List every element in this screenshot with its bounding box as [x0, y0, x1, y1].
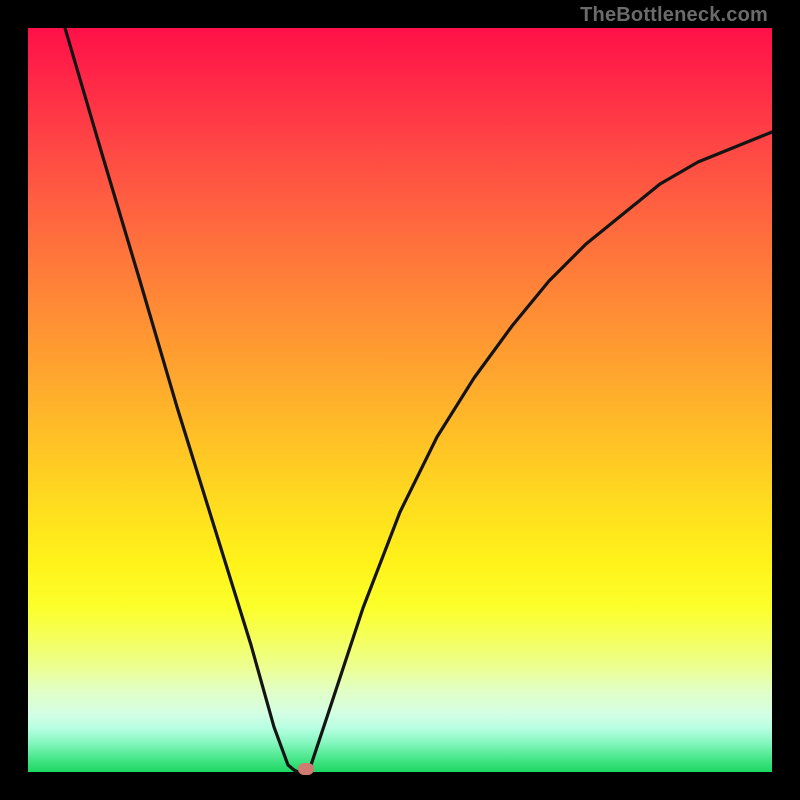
- optimum-marker: [298, 763, 314, 775]
- plot-area: [28, 28, 772, 772]
- bottleneck-curve: [28, 28, 772, 772]
- curve-path: [65, 28, 772, 772]
- attribution-label: TheBottleneck.com: [580, 4, 768, 27]
- chart-frame: TheBottleneck.com: [0, 0, 800, 800]
